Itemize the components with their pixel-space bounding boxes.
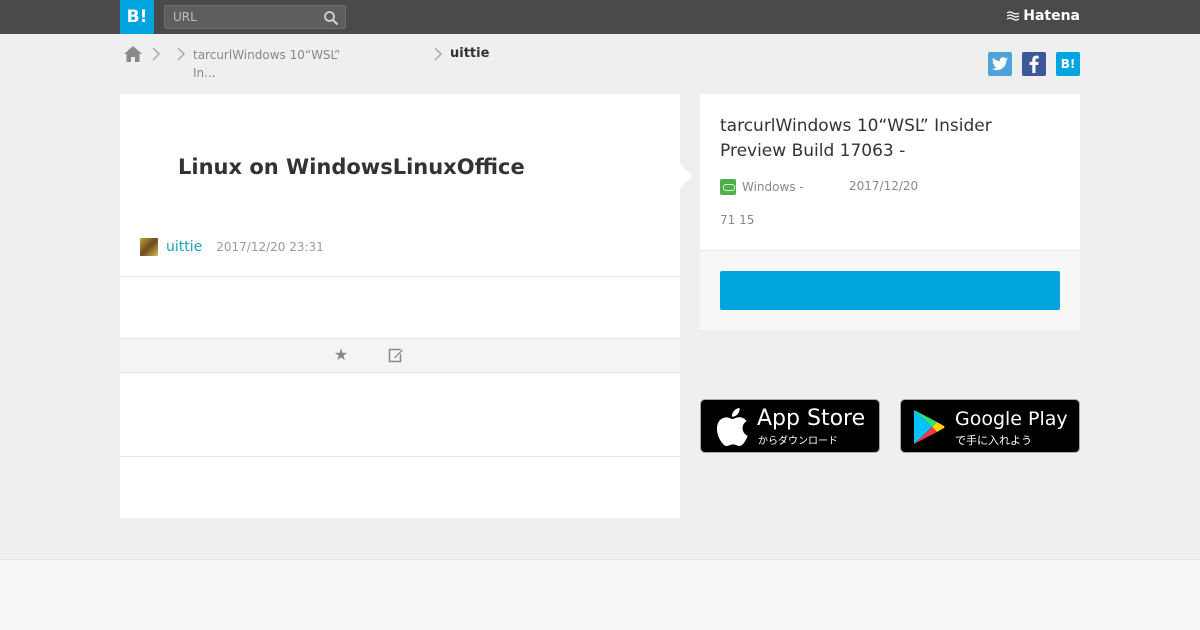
avatar[interactable] <box>140 238 158 256</box>
app-store-badge[interactable]: App Store からダウンロード <box>700 399 880 453</box>
entry-panel: tarcurlWindows 10“WSL” Insider Preview B… <box>700 94 1080 330</box>
open-entry-button[interactable] <box>720 271 1060 310</box>
twitter-share-button[interactable] <box>988 52 1012 76</box>
footer <box>0 559 1200 630</box>
search-box <box>164 5 346 29</box>
app-store-title: App Store <box>757 406 866 431</box>
panel-pointer <box>680 164 692 188</box>
entry-title-link[interactable]: tarcurlWindows 10“WSL” Insider Preview B… <box>720 114 1060 164</box>
search-icon[interactable] <box>323 10 339 26</box>
entry-counts: 71 15 <box>720 213 755 227</box>
google-play-title: Google Play <box>955 408 1068 430</box>
brand-label: Hatena <box>1023 8 1080 24</box>
google-play-subtitle: で手に入れよう <box>955 434 1032 447</box>
app-store-subtitle: からダウンロード <box>758 436 838 447</box>
chevron-right-icon <box>434 47 443 61</box>
entry-date: 2017/12/20 <box>849 179 919 193</box>
entry-panel-footer <box>700 250 1080 330</box>
site-favicon-icon <box>720 179 736 195</box>
breadcrumb-entry-link[interactable]: tarcurlWindows 10“WSL” In... <box>193 46 353 82</box>
chevron-right-icon <box>177 47 186 61</box>
comment-user-link[interactable]: uittie <box>166 239 202 255</box>
apple-icon <box>716 408 748 446</box>
comment-text: Linux on WindowsLinuxOffice <box>178 155 525 179</box>
search-input[interactable] <box>165 6 315 28</box>
edit-icon[interactable] <box>388 347 404 363</box>
divider <box>120 276 680 277</box>
facebook-icon <box>1029 55 1039 73</box>
entry-site-name[interactable]: Windows - <box>742 180 804 194</box>
chevron-right-icon <box>152 47 161 61</box>
top-bar: B! Hatena <box>0 0 1200 34</box>
facebook-share-button[interactable] <box>1022 52 1046 76</box>
breadcrumb-user: uittie <box>450 46 490 61</box>
divider <box>120 456 680 457</box>
twitter-icon <box>992 57 1008 71</box>
home-icon[interactable] <box>123 45 143 63</box>
comment-meta: uittie 2017/12/20 23:31 <box>140 238 324 256</box>
entry-site: Windows - <box>720 179 804 195</box>
google-play-badge[interactable]: Google Play で手に入れよう <box>900 399 1080 453</box>
google-play-icon <box>914 410 945 444</box>
star-icon[interactable]: ★ <box>332 346 350 364</box>
hatena-brand-link[interactable]: Hatena <box>1007 8 1080 24</box>
comment-action-bar: ★ <box>120 338 680 373</box>
hatena-mark-icon <box>1007 11 1020 21</box>
comment-card: Linux on WindowsLinuxOffice uittie 2017/… <box>120 94 680 518</box>
hatena-bookmark-logo[interactable]: B! <box>120 0 154 34</box>
hatena-bookmark-share-button[interactable]: B! <box>1056 52 1080 76</box>
comment-datetime[interactable]: 2017/12/20 23:31 <box>216 240 324 254</box>
